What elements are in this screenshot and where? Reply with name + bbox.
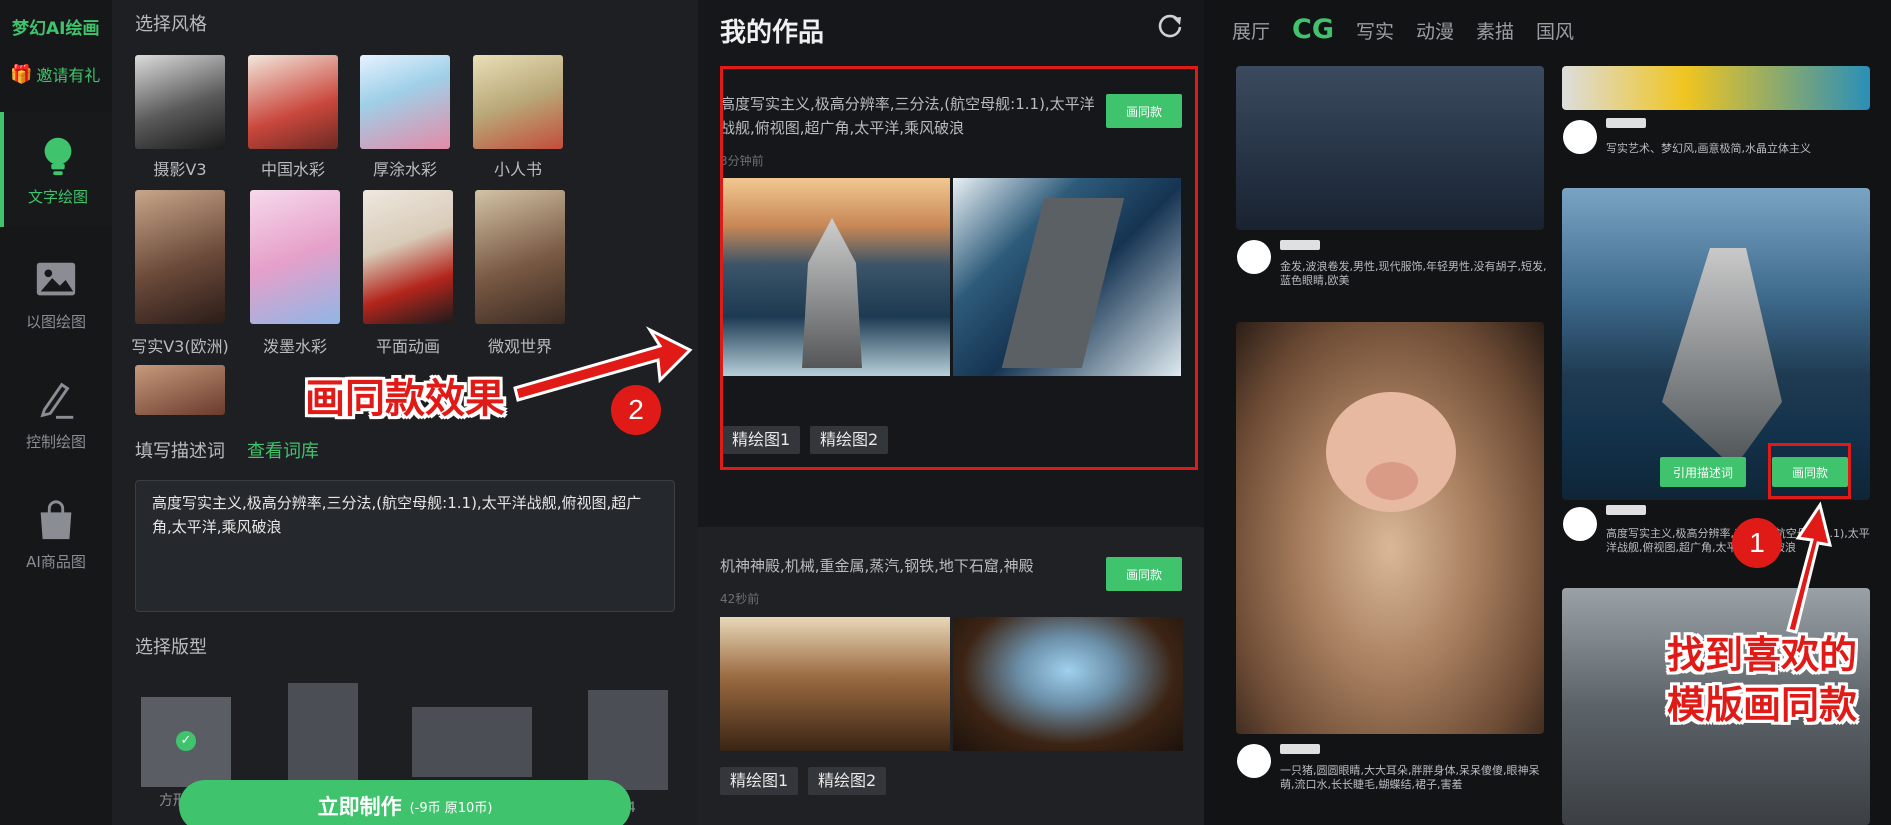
callout-line: 找到喜欢的 [1667, 633, 1858, 677]
annotation-callout-result: 画同款效果 [305, 376, 505, 422]
annotation-arrows [513, 326, 1833, 634]
annotation-callout-find: 找到喜欢的 模版画同款 [1667, 630, 1857, 730]
annotation-badge-1: 1 [1732, 518, 1782, 568]
arrow-to-same-btn [1786, 501, 1833, 634]
arrow-to-result [513, 326, 693, 402]
annotation-badge-2: 2 [611, 385, 661, 435]
callout-line: 模版画同款 [1667, 683, 1858, 727]
